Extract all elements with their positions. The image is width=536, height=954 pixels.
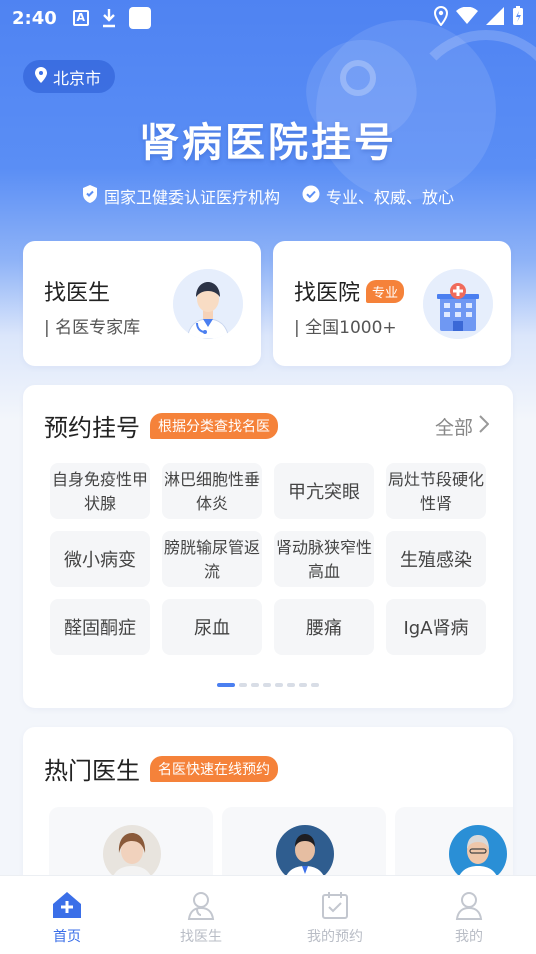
category-item[interactable]: 醛固酮症	[50, 599, 150, 655]
category-label: 微小病变	[64, 550, 136, 571]
status-bar: 2:40 A	[0, 0, 536, 36]
hero-tag-label: 专业、权威、放心	[326, 188, 455, 207]
hero-title: 肾病医院挂号	[139, 120, 397, 166]
category-grid: 自身免疫性甲状腺 淋巴细胞性垂体炎 甲亢突眼 局灶节段硬化性肾 微小病变 膀胱输…	[50, 463, 510, 655]
status-time: 2:40	[12, 7, 57, 29]
category-item[interactable]: 尿血	[162, 599, 262, 655]
check-circle-icon	[302, 185, 320, 207]
hero-tag-label: 国家卫健委认证医疗机构	[103, 188, 280, 207]
shield-icon	[82, 185, 98, 207]
hot-doctors-section: 热门医生 名医快速在线预约	[23, 727, 513, 887]
category-label: 局灶节段硬化性肾	[387, 470, 484, 513]
category-label: 自身免疫性甲状腺	[51, 470, 148, 513]
category-item[interactable]: IgA肾病	[386, 599, 486, 655]
hero-tag-certified: 国家卫健委认证医疗机构	[82, 184, 280, 208]
download-icon	[101, 8, 117, 28]
category-label: 甲亢突眼	[288, 482, 360, 503]
a-notification-icon: A	[72, 10, 89, 26]
category-item[interactable]: 生殖感染	[386, 531, 486, 587]
category-item[interactable]: 膀胱输尿管返流	[162, 531, 262, 587]
professional-badge: 专业	[366, 279, 405, 303]
page-dot	[217, 683, 235, 687]
category-item[interactable]: 局灶节段硬化性肾	[386, 463, 486, 519]
page-dot	[287, 683, 295, 687]
view-all-button[interactable]: 全部	[434, 413, 490, 440]
appointment-badge: 根据分类查找名医	[150, 412, 278, 439]
category-item[interactable]: 自身免疫性甲状腺	[50, 463, 150, 519]
find-hospital-subtitle: | 全国1000+	[294, 318, 397, 338]
location-pin-icon	[35, 66, 47, 87]
page-dot	[239, 683, 247, 687]
page-dot	[263, 683, 271, 687]
tab-my-appointments[interactable]: 我的预约	[268, 876, 402, 954]
location-selector[interactable]: 北京市	[23, 60, 116, 93]
find-doctor-card[interactable]: 找医生 | 名医专家库	[23, 241, 261, 366]
page-dot	[275, 683, 283, 687]
tab-label: 我的预约	[307, 929, 363, 945]
tab-label: 我的	[455, 929, 483, 945]
find-doctor-title: 找医生	[44, 275, 110, 307]
category-label: 生殖感染	[400, 550, 472, 571]
category-label: IgA肾病	[403, 618, 469, 639]
category-label: 膀胱输尿管返流	[163, 538, 260, 581]
category-item[interactable]: 淋巴细胞性垂体炎	[162, 463, 262, 519]
page-dot	[299, 683, 307, 687]
tab-home[interactable]: 首页	[0, 876, 134, 954]
category-item[interactable]: 肾动脉狭窄性高血	[274, 531, 374, 587]
stethoscope-head-decoration	[340, 60, 376, 96]
calendar-check-icon	[320, 890, 350, 924]
doctor-icon	[186, 890, 216, 924]
location-icon	[433, 5, 449, 30]
hot-doctors-badge: 名医快速在线预约	[150, 755, 278, 782]
find-doctor-title-text: 找医生	[44, 281, 111, 306]
category-label: 腰痛	[306, 618, 342, 639]
tab-label: 找医生	[180, 929, 222, 945]
category-item[interactable]: 甲亢突眼	[274, 463, 374, 519]
user-icon	[454, 890, 484, 924]
category-item[interactable]: 微小病变	[50, 531, 150, 587]
category-item[interactable]: 腰痛	[274, 599, 374, 655]
find-doctor-subtitle: | 名医专家库	[44, 318, 141, 338]
tab-profile[interactable]: 我的	[402, 876, 536, 954]
category-label: 尿血	[194, 618, 230, 639]
view-all-label: 全部	[434, 417, 473, 439]
find-hospital-title-text: 找医院	[294, 281, 361, 306]
signal-icon	[486, 7, 504, 29]
find-hospital-title: 找医院 专业	[294, 275, 405, 307]
tab-find-doctor[interactable]: 找医生	[134, 876, 268, 954]
hero-tags: 国家卫健委认证医疗机构 专业、权威、放心	[0, 184, 536, 208]
home-icon	[51, 890, 83, 924]
bottom-tab-bar: 首页 找医生 我的预约 我的	[0, 875, 536, 954]
appointment-title-text: 预约挂号	[44, 414, 140, 442]
appointment-section: 预约挂号 根据分类查找名医 全部 自身免疫性甲状腺 淋巴细胞性垂体炎 甲亢突眼 …	[23, 385, 513, 708]
chevron-right-icon	[479, 415, 490, 438]
find-hospital-card[interactable]: 找医院 专业 | 全国1000+	[273, 241, 511, 366]
tab-label: 首页	[53, 929, 81, 945]
hot-doctors-title-text: 热门医生	[44, 757, 140, 785]
wifi-icon	[456, 6, 478, 29]
app-notification-icon	[128, 7, 151, 29]
page-indicator	[23, 683, 513, 687]
hero-tag-professional: 专业、权威、放心	[302, 184, 454, 208]
location-city: 北京市	[53, 68, 102, 88]
page-dot	[311, 683, 319, 687]
appointment-title: 预约挂号 根据分类查找名医	[44, 408, 278, 443]
category-label: 醛固酮症	[64, 618, 136, 639]
page-dot	[251, 683, 259, 687]
category-label: 肾动脉狭窄性高血	[275, 538, 372, 581]
hospital-building-icon	[423, 269, 493, 339]
category-label: 淋巴细胞性垂体炎	[163, 470, 260, 513]
hot-doctors-title: 热门医生 名医快速在线预约	[44, 751, 278, 786]
doctor-avatar-icon	[173, 269, 243, 339]
battery-icon	[512, 6, 524, 30]
